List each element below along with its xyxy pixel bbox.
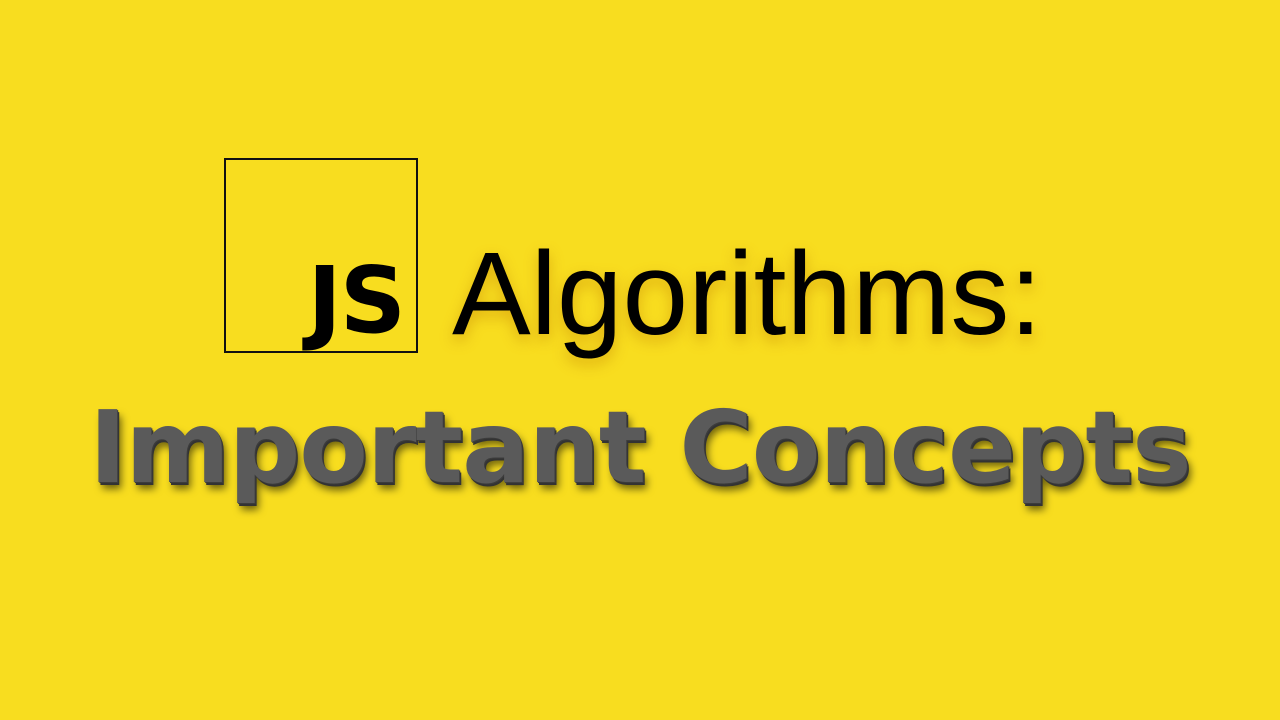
title-slide: JS Algorithms: Important Concepts [0,0,1280,720]
slide-title: Algorithms: [452,228,1043,360]
slide-subtitle: Important Concepts [89,389,1191,506]
js-logo: JS [224,158,418,353]
js-logo-text: JS [307,247,406,354]
